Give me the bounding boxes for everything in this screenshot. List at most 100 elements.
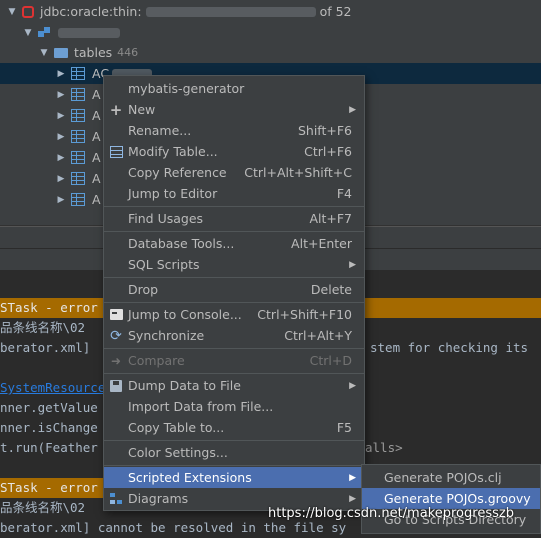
menu-item-mybatis-generator[interactable]: mybatis-generator: [104, 78, 364, 99]
submenu-arrow-icon: ▶: [349, 104, 356, 115]
menu-item-jump-to-editor[interactable]: Jump to Editor F4: [104, 183, 364, 204]
compare-icon: ➜: [110, 353, 122, 368]
menu-item-label: Database Tools...: [128, 236, 235, 251]
redacted-host: [145, 6, 316, 17]
schema-icon: [38, 26, 52, 39]
menu-icon-slot: [104, 492, 128, 505]
menu-separator: [104, 277, 364, 278]
menu-item-compare: ➜ Compare Ctrl+D: [104, 350, 364, 371]
table-name: A: [92, 108, 101, 123]
console-line: SystemResource: [0, 378, 105, 398]
chevron-right-icon[interactable]: ▶: [55, 195, 67, 205]
menu-separator: [104, 348, 364, 349]
console-link[interactable]: SystemResource: [0, 380, 105, 395]
menu-item-label: Jump to Editor: [128, 186, 218, 201]
menu-item-copy-reference[interactable]: Copy Reference Ctrl+Alt+Shift+C: [104, 162, 364, 183]
tree-row-tables-folder[interactable]: ▼ tables 446: [0, 42, 541, 63]
chevron-right-icon[interactable]: ▶: [55, 111, 67, 121]
menu-item-label: Color Settings...: [128, 445, 228, 460]
menu-item-new[interactable]: + New ▶: [104, 99, 364, 120]
chevron-down-icon[interactable]: ▼: [6, 7, 18, 17]
menu-item-shortcut: Ctrl+Shift+F10: [257, 307, 352, 322]
submenu-arrow-icon: ▶: [349, 472, 356, 483]
menu-item-label: Dump Data to File: [128, 378, 241, 393]
save-icon: [110, 379, 122, 392]
menu-separator: [104, 373, 364, 374]
menu-item-rename[interactable]: Rename... Shift+F6: [104, 120, 364, 141]
menu-item-drop[interactable]: Drop Delete: [104, 279, 364, 300]
menu-item-jump-to-console[interactable]: Jump to Console... Ctrl+Shift+F10: [104, 304, 364, 325]
menu-item-shortcut: Alt+Enter: [291, 236, 352, 251]
menu-item-shortcut: Alt+F7: [309, 211, 352, 226]
menu-item-dump-data[interactable]: Dump Data to File ▶: [104, 375, 364, 396]
oracle-db-icon: [22, 5, 34, 18]
menu-item-shortcut: Ctrl+Alt+Y: [284, 328, 352, 343]
context-menu: mybatis-generator + New ▶ Rename... Shif…: [103, 75, 365, 511]
menu-item-scripted-extensions[interactable]: Scripted Extensions ▶: [104, 467, 364, 488]
table-icon: [71, 109, 85, 122]
table-name: A: [92, 129, 101, 144]
chevron-right-icon[interactable]: ▶: [55, 174, 67, 184]
console-line: berator.xml] cannot be resolved in the f…: [0, 520, 347, 535]
table-icon: [71, 193, 85, 206]
console-line: t.run(Feather: [0, 440, 98, 455]
console-line: 品条线名称\02: [0, 500, 86, 515]
menu-item-label: Copy Reference: [128, 165, 227, 180]
table-icon: [71, 67, 85, 80]
menu-icon-slot: [104, 379, 128, 392]
table-name: A: [92, 87, 101, 102]
menu-item-sql-scripts[interactable]: SQL Scripts ▶: [104, 254, 364, 275]
connection-label: jdbc:oracle:thin:: [40, 4, 142, 19]
menu-item-label: Diagrams: [128, 491, 189, 506]
menu-item-modify-table[interactable]: Modify Table... Ctrl+F6: [104, 141, 364, 162]
tree-row-connection[interactable]: ▼ jdbc:oracle:thin: of 52: [0, 1, 541, 22]
menu-item-label: Copy Table to...: [128, 420, 225, 435]
menu-item-color-settings[interactable]: Color Settings...: [104, 442, 364, 463]
console-line: stem for checking its: [370, 340, 529, 355]
table-icon: [71, 130, 85, 143]
table-icon: [109, 145, 123, 158]
menu-separator: [104, 206, 364, 207]
chevron-right-icon[interactable]: ▶: [55, 69, 67, 79]
menu-item-label: Compare: [128, 353, 185, 368]
submenu-arrow-icon: ▶: [349, 493, 356, 504]
menu-item-label: Import Data from File...: [128, 399, 274, 414]
menu-item-synchronize[interactable]: ⟳ Synchronize Ctrl+Alt+Y: [104, 325, 364, 346]
table-icon: [71, 172, 85, 185]
menu-item-label: Modify Table...: [128, 144, 218, 159]
menu-item-label: New: [128, 102, 156, 117]
menu-item-shortcut: Delete: [310, 282, 352, 297]
console-line: berator.xml]: [0, 340, 91, 355]
chevron-right-icon[interactable]: ▶: [55, 90, 67, 100]
console-icon: [109, 309, 123, 320]
menu-item-find-usages[interactable]: Find Usages Alt+F7: [104, 208, 364, 229]
connection-count: of 52: [319, 4, 352, 19]
table-name: A: [92, 192, 101, 207]
menu-item-label: Scripted Extensions: [128, 470, 252, 485]
menu-icon-slot: [104, 145, 128, 158]
redacted-schema: [58, 27, 120, 38]
tree-row-schema[interactable]: ▼: [0, 22, 541, 43]
menu-icon-slot: [104, 309, 128, 320]
folder-count: 446: [117, 46, 139, 59]
plus-icon: +: [109, 100, 123, 119]
console-line: nner.getValue: [0, 400, 98, 415]
scripted-extensions-submenu: Generate POJOs.clj Generate POJOs.groovy…: [361, 464, 541, 534]
menu-item-label: mybatis-generator: [128, 81, 245, 96]
menu-separator: [104, 231, 364, 232]
menu-item-label: Drop: [128, 282, 159, 297]
chevron-down-icon[interactable]: ▼: [38, 48, 50, 58]
submenu-item-generate-pojos-clj[interactable]: Generate POJOs.clj: [362, 467, 540, 488]
chevron-right-icon[interactable]: ▶: [55, 132, 67, 142]
menu-item-copy-table[interactable]: Copy Table to... F5: [104, 417, 364, 438]
console-line: 品条线名称\02: [0, 320, 86, 335]
menu-item-label: Rename...: [128, 123, 192, 138]
folder-label: tables: [74, 45, 113, 60]
table-icon: [71, 151, 85, 164]
menu-item-import-data[interactable]: Import Data from File...: [104, 396, 364, 417]
menu-separator: [104, 465, 364, 466]
menu-item-database-tools[interactable]: Database Tools... Alt+Enter: [104, 233, 364, 254]
chevron-down-icon[interactable]: ▼: [22, 28, 34, 38]
chevron-right-icon[interactable]: ▶: [55, 153, 67, 163]
submenu-arrow-icon: ▶: [349, 259, 356, 270]
